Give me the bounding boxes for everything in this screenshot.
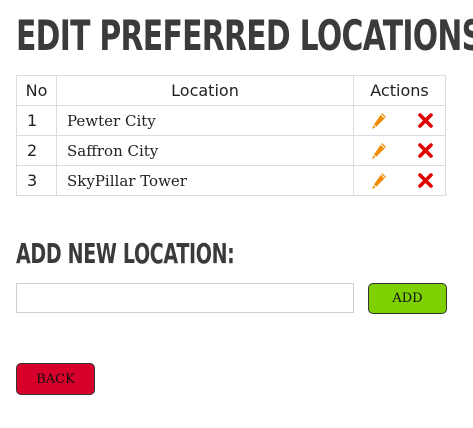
add-location-heading: ADD NEW LOCATION: [16, 237, 235, 270]
table-row: 2 Saffron City [16, 135, 446, 166]
x-icon[interactable] [418, 173, 433, 188]
row-number: 2 [16, 135, 57, 166]
table-row: 3 SkyPillar Tower [16, 165, 446, 196]
locations-table: No Location Actions 1 Pewter City 2 Saff… [16, 75, 446, 196]
row-actions [353, 135, 446, 166]
column-header-actions: Actions [353, 75, 446, 106]
table-header-row: No Location Actions [16, 75, 446, 106]
row-actions [353, 165, 446, 196]
page-title: EDIT PREFERRED LOCATIONS [16, 11, 473, 60]
column-header-no: No [16, 75, 57, 106]
pencil-icon[interactable] [371, 172, 387, 190]
pencil-icon[interactable] [371, 112, 387, 130]
add-button[interactable]: ADD [368, 283, 447, 314]
row-number: 1 [16, 105, 57, 136]
back-button[interactable]: BACK [16, 363, 95, 395]
table-row: 1 Pewter City [16, 105, 446, 136]
x-icon[interactable] [418, 143, 433, 158]
location-name: SkyPillar Tower [56, 165, 354, 196]
pencil-icon[interactable] [371, 142, 387, 160]
column-header-location: Location [56, 75, 354, 106]
location-name: Pewter City [56, 105, 354, 136]
x-icon[interactable] [418, 113, 433, 128]
location-name: Saffron City [56, 135, 354, 166]
new-location-input[interactable] [16, 283, 354, 313]
row-actions [353, 105, 446, 136]
row-number: 3 [16, 165, 57, 196]
